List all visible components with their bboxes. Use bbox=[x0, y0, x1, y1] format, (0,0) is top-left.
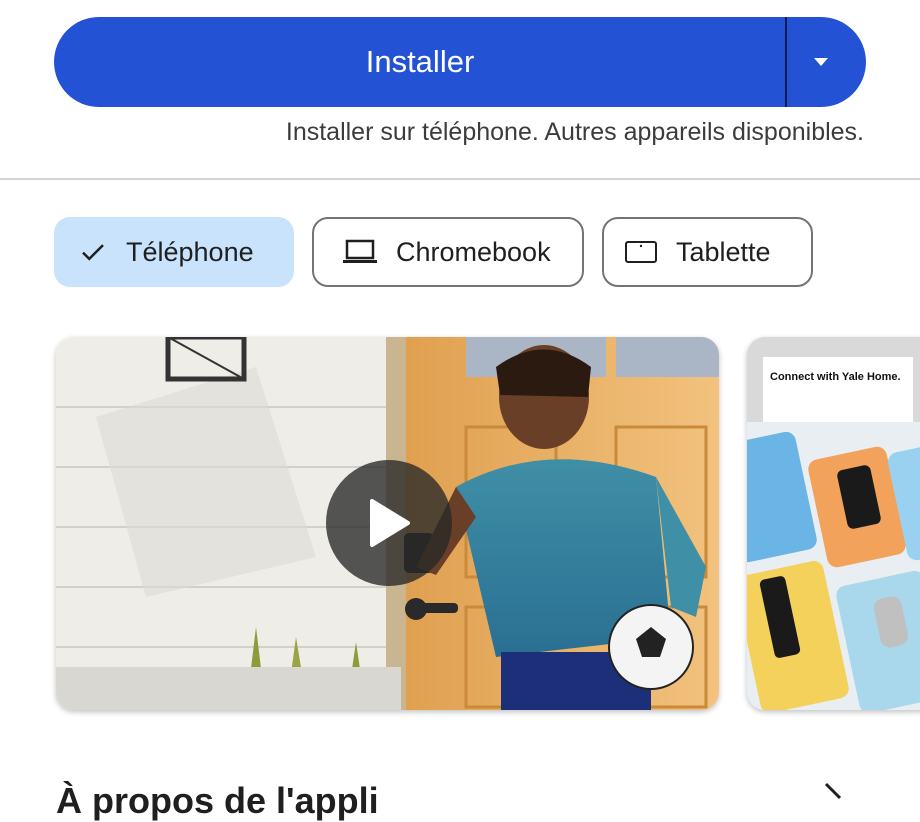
laptop-icon bbox=[342, 238, 378, 266]
screenshot-image bbox=[747, 337, 920, 710]
install-dropdown-button[interactable] bbox=[787, 17, 866, 107]
play-icon bbox=[370, 499, 410, 547]
device-chip-telephone[interactable]: Téléphone bbox=[54, 217, 294, 287]
install-subtext: Installer sur téléphone. Autres appareil… bbox=[285, 118, 864, 146]
about-app-heading[interactable]: À propos de l'appli bbox=[56, 780, 379, 822]
screenshot-thumbnail[interactable]: Connect with Yale Home. bbox=[747, 337, 920, 710]
section-divider bbox=[0, 178, 920, 180]
device-chip-label: Tablette bbox=[676, 236, 771, 267]
device-chip-tablette[interactable]: Tablette bbox=[602, 217, 813, 287]
device-chip-label: Téléphone bbox=[126, 236, 254, 267]
dropdown-arrow-icon bbox=[813, 58, 828, 66]
check-icon bbox=[78, 237, 108, 267]
device-chip-chromebook[interactable]: Chromebook bbox=[312, 217, 584, 287]
device-chip-label: Chromebook bbox=[396, 236, 551, 267]
install-button-label: Installer bbox=[365, 44, 475, 79]
video-thumbnail[interactable] bbox=[56, 337, 719, 710]
play-button[interactable] bbox=[326, 460, 452, 586]
install-split-button: Installer bbox=[54, 17, 866, 107]
install-button[interactable]: Installer bbox=[54, 17, 786, 107]
tablet-icon bbox=[624, 239, 658, 265]
screenshot-caption: Connect with Yale Home. bbox=[770, 371, 901, 383]
